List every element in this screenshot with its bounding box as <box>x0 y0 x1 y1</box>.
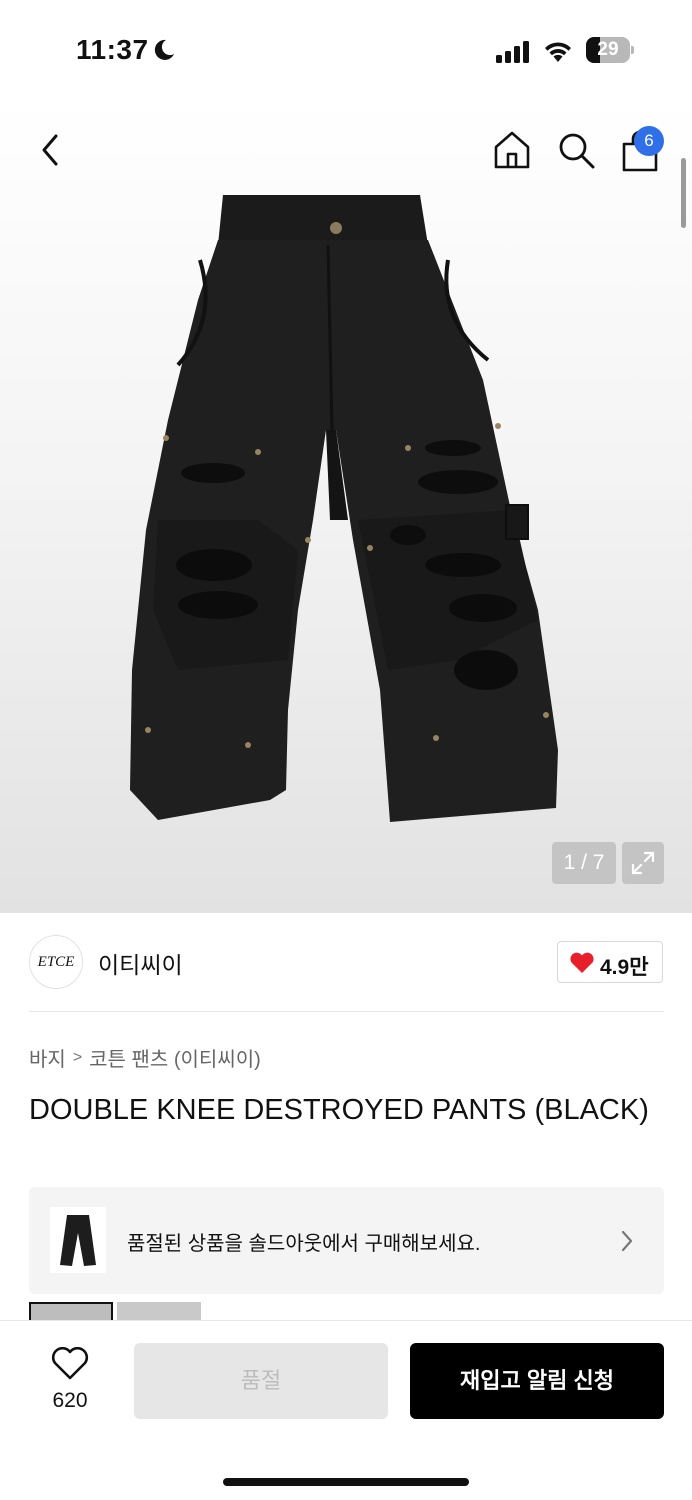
wishlist-count: 620 <box>52 1389 88 1412</box>
breadcrumb-subcategory[interactable]: 코튼 팬츠 (이티씨이) <box>89 1043 261 1072</box>
search-icon[interactable] <box>556 130 596 170</box>
back-icon[interactable] <box>32 130 72 170</box>
banner-text: 품절된 상품을 솔드아웃에서 구매해보세요. <box>127 1233 481 1255</box>
chevron-right-icon: > <box>72 1048 83 1066</box>
brand-like-button[interactable]: 4.9만 <box>557 941 663 983</box>
wifi-icon <box>545 42 571 62</box>
home-indicator <box>223 1478 469 1486</box>
product-photo <box>130 195 558 822</box>
banner-product-thumbnail <box>50 1207 106 1273</box>
status-time: 11:37 <box>76 34 149 65</box>
home-icon[interactable] <box>492 130 532 170</box>
chevron-right-icon <box>621 1230 633 1252</box>
breadcrumb: 바지 > 코튼 팬츠 (이티씨이) <box>29 1043 261 1072</box>
image-counter: 1 / 7 <box>552 842 616 884</box>
status-bar: 11:37 29 <box>0 0 692 100</box>
brand-name[interactable]: 이티씨이 <box>98 946 183 980</box>
cellular-signal-icon <box>496 41 529 63</box>
battery-level-text: 29 <box>597 39 619 60</box>
brand-like-count: 4.9만 <box>600 956 649 979</box>
breadcrumb-category[interactable]: 바지 <box>29 1043 66 1072</box>
thumbnail-strip <box>29 1302 229 1342</box>
product-title: DOUBLE KNEE DESTROYED PANTS (BLACK) <box>29 1094 649 1126</box>
heart-outline-icon <box>51 1346 89 1380</box>
brand-logo[interactable]: ETCE <box>29 935 83 989</box>
soldout-marketplace-banner[interactable]: 품절된 상품을 솔드아웃에서 구매해보세요. <box>29 1187 664 1294</box>
product-image-gallery[interactable]: 6 1 / 7 <box>0 100 692 913</box>
divider <box>29 1011 664 1012</box>
moon-icon <box>154 39 174 60</box>
cart-count-badge: 6 <box>634 126 664 156</box>
restock-alert-button[interactable]: 재입고 알림 신청 <box>410 1343 664 1419</box>
battery-indicator: 29 <box>586 37 634 63</box>
bottom-action-bar: 620 품절 재입고 알림 신청 <box>0 1320 692 1500</box>
soldout-button: 품절 <box>134 1343 388 1419</box>
heart-filled-icon <box>570 952 594 973</box>
expand-icon[interactable] <box>622 842 664 884</box>
scroll-indicator <box>681 158 686 228</box>
wishlist-button[interactable]: 620 <box>30 1343 110 1423</box>
